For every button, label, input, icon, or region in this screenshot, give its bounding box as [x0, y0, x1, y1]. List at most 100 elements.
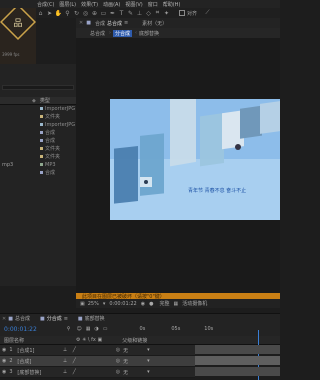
- label-color-swatch[interactable]: [40, 131, 43, 135]
- parent-header[interactable]: 父级和链接: [122, 337, 147, 344]
- project-item[interactable]: 合成: [0, 169, 76, 177]
- timeline-layer-row[interactable]: ◉ 2 [合成] ⟂ ╱ ◎ 无 ▾: [0, 356, 195, 367]
- parent-pick-whip-icon[interactable]: ◎: [116, 358, 120, 364]
- layer-name[interactable]: [合成1]: [17, 347, 57, 354]
- menu-view[interactable]: 视图(V): [125, 1, 142, 8]
- nav-comp-1[interactable]: 总合成: [90, 30, 105, 37]
- pen-tool-icon[interactable]: ✒: [108, 9, 117, 17]
- roto-tool-icon[interactable]: ⌗: [153, 9, 162, 17]
- timeline-layer-row[interactable]: ◉ 1 [合成1] ⟂ ╱ ◎ 无 ▾: [0, 345, 195, 356]
- graph-editor-icon[interactable]: ▭: [103, 326, 108, 332]
- quality-switch-icon[interactable]: ╱: [73, 347, 76, 353]
- viewer-tab-active[interactable]: 总合成: [107, 20, 122, 27]
- label-color-swatch[interactable]: [40, 171, 43, 175]
- project-item[interactable]: 文件夹: [0, 113, 76, 121]
- menu-help[interactable]: 帮助(H): [163, 1, 181, 8]
- label-color-swatch[interactable]: [40, 163, 43, 167]
- grid-icon[interactable]: ▦: [173, 301, 178, 307]
- project-search-input[interactable]: [2, 85, 74, 90]
- label-color-swatch[interactable]: [40, 147, 43, 151]
- nav-comp-active[interactable]: 分合成: [113, 29, 133, 37]
- label-icon[interactable]: ◆: [32, 98, 36, 104]
- search-icon[interactable]: ⚲: [67, 326, 71, 332]
- home-icon[interactable]: ⌂: [36, 9, 45, 17]
- camera-icon[interactable]: ◉: [141, 301, 145, 307]
- label-color-swatch[interactable]: [40, 115, 43, 119]
- parent-pick-whip-icon[interactable]: ◎: [116, 347, 120, 353]
- visibility-eye-icon[interactable]: ◉: [2, 358, 6, 364]
- menu-window[interactable]: 窗口: [148, 1, 158, 8]
- layer-name-header[interactable]: 图层名称: [4, 337, 24, 344]
- collapse-switch-icon[interactable]: ⟂: [63, 358, 66, 364]
- hand-tool-icon[interactable]: ✋: [54, 9, 63, 17]
- screen-icon[interactable]: ▣: [80, 301, 85, 307]
- timeline-tab-3[interactable]: 底部替换: [85, 315, 105, 322]
- project-item[interactable]: 文件夹: [0, 145, 76, 153]
- camera-select[interactable]: 活动摄像机: [182, 300, 207, 307]
- menu-icon[interactable]: ≡: [124, 20, 128, 26]
- menu-effect[interactable]: 效果(T): [81, 1, 98, 8]
- rectangle-tool-icon[interactable]: ▭: [99, 9, 108, 17]
- zoom-value[interactable]: 25%: [88, 301, 99, 307]
- label-color-swatch[interactable]: [40, 107, 43, 111]
- menu-layer[interactable]: 图层(L): [59, 1, 76, 8]
- visibility-eye-icon[interactable]: ◉: [2, 347, 6, 353]
- motion-blur-icon[interactable]: ◑: [94, 326, 98, 332]
- composition-canvas[interactable]: 青年节 青春不息 奋斗不止: [110, 99, 280, 220]
- pan-behind-icon[interactable]: ⊕: [90, 9, 99, 17]
- close-icon[interactable]: ✕: [2, 316, 6, 322]
- selection-tool-icon[interactable]: ➤: [45, 9, 54, 17]
- camera-tool-icon[interactable]: ◎: [81, 9, 90, 17]
- collapse-switch-icon[interactable]: ⟂: [63, 369, 66, 375]
- chevron-down-icon[interactable]: ▾: [147, 369, 150, 375]
- timeline-timecode[interactable]: 0:00:01:22: [4, 326, 37, 333]
- clone-tool-icon[interactable]: ⊥: [135, 9, 144, 17]
- project-item[interactable]: 文件夹: [0, 153, 76, 161]
- viewer-tab-label[interactable]: 合成: [95, 20, 105, 27]
- eraser-tool-icon[interactable]: ◇: [144, 9, 153, 17]
- visibility-eye-icon[interactable]: ◉: [2, 369, 6, 375]
- project-item[interactable]: ImporterJPG: [0, 121, 76, 129]
- close-icon[interactable]: ✕: [79, 20, 83, 26]
- quality-switch-icon[interactable]: ╱: [73, 369, 76, 375]
- menu-animation[interactable]: 动画(A): [103, 1, 120, 8]
- project-item[interactable]: 合成: [0, 129, 76, 137]
- type-column-header[interactable]: 类型: [40, 97, 50, 104]
- frame-blend-icon[interactable]: ▦: [86, 326, 91, 332]
- parent-pick-whip-icon[interactable]: ◎: [116, 369, 120, 375]
- chevron-down-icon[interactable]: ▾: [147, 358, 150, 364]
- quality-value[interactable]: 完整: [159, 300, 169, 307]
- snap-checkbox[interactable]: [179, 10, 185, 16]
- collapse-switch-icon[interactable]: ⟂: [63, 347, 66, 353]
- chevron-down-icon[interactable]: ▾: [103, 301, 106, 307]
- timeline-layer-row[interactable]: ◉ 3 [底部替换] ⟂ ╱ ◎ 无 ▾: [0, 367, 195, 378]
- label-color-swatch[interactable]: [40, 155, 43, 159]
- label-color-swatch[interactable]: [40, 139, 43, 143]
- layer-name[interactable]: [底部替换]: [17, 369, 57, 376]
- rotate-tool-icon[interactable]: ↻: [72, 9, 81, 17]
- parent-select[interactable]: 无: [123, 347, 147, 354]
- chevron-down-icon[interactable]: ▾: [147, 347, 150, 353]
- footage-tab[interactable]: 素材（无）: [142, 20, 167, 27]
- layer-duration-bar[interactable]: [195, 367, 280, 376]
- layer-duration-bar[interactable]: [195, 345, 280, 354]
- brush-tool-icon[interactable]: ✎: [126, 9, 135, 17]
- timeline-tab-1[interactable]: 总合成: [15, 315, 30, 322]
- shy-icon[interactable]: ☺: [76, 326, 81, 332]
- parent-select[interactable]: 无: [123, 358, 147, 365]
- project-item[interactable]: mp3 MP3: [0, 161, 76, 169]
- viewer-time[interactable]: 0:00:01:22: [109, 301, 136, 307]
- puppet-tool-icon[interactable]: ✦: [162, 9, 171, 17]
- label-color-swatch[interactable]: [40, 123, 43, 127]
- project-item[interactable]: 合成: [0, 137, 76, 145]
- quality-switch-icon[interactable]: ╱: [73, 358, 76, 364]
- menu-icon[interactable]: ≡: [64, 316, 68, 322]
- layer-duration-bar[interactable]: [195, 356, 280, 365]
- zoom-tool-icon[interactable]: ⚲: [63, 9, 72, 17]
- lock-icon[interactable]: ■: [86, 20, 91, 26]
- snap-icon[interactable]: ⟋: [203, 9, 212, 17]
- menu-composition[interactable]: 合成(C): [37, 1, 54, 8]
- project-item[interactable]: ImporterJPG: [0, 105, 76, 113]
- timeline-tab-active[interactable]: 分合成: [47, 315, 62, 322]
- nav-comp-3[interactable]: 底部替换: [139, 30, 159, 37]
